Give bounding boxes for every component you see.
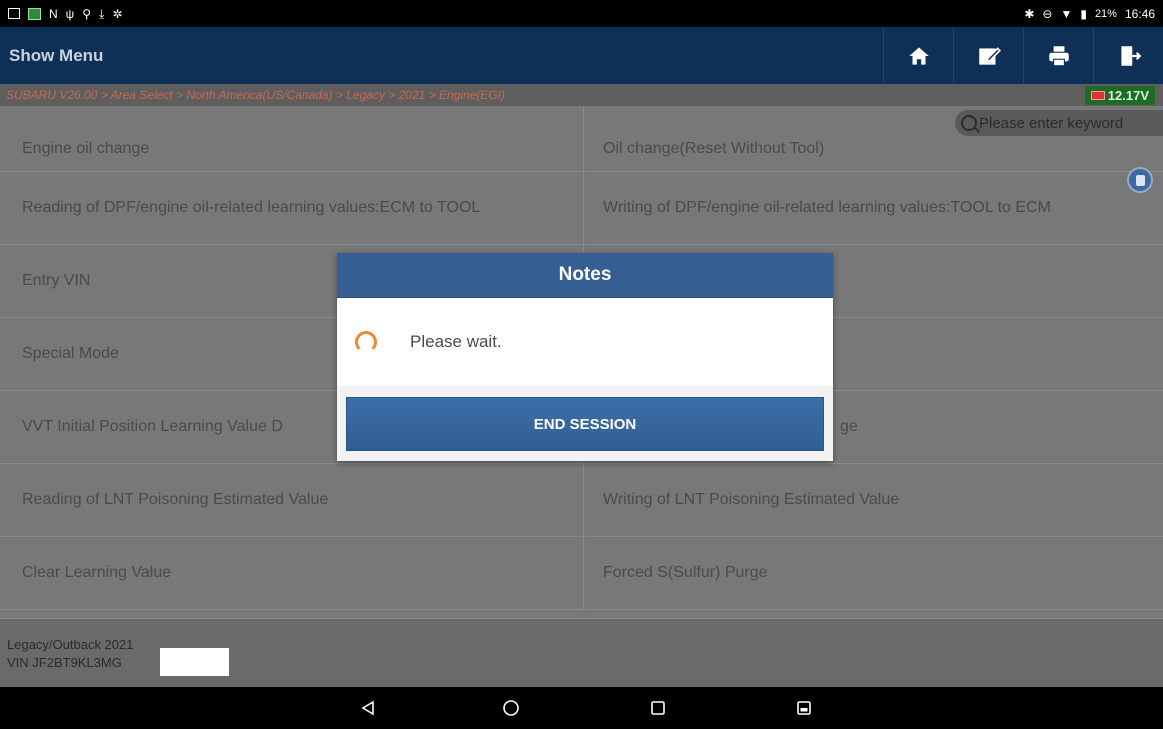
notes-dialog: Notes Please wait. END SESSION [337,253,833,461]
breadcrumb-bar: SUBARU V26.00 > Area Select > North Amer… [0,84,1163,106]
search-input[interactable]: Please enter keyword [955,110,1163,136]
system-nav-bar [0,687,1163,729]
page-title: Show Menu [9,45,104,65]
back-button[interactable] [357,697,379,719]
exit-button[interactable] [1093,27,1163,84]
back-icon [361,700,374,716]
menu-item-reading-lnt-poisoning[interactable]: Reading of LNT Poisoning Estimated Value [0,464,584,537]
edit-button[interactable] [953,27,1023,84]
menu-item-writing-dpf-values[interactable]: Writing of DPF/engine oil-related learni… [585,172,1163,245]
menu-item-writing-lnt-poisoning[interactable]: Writing of LNT Poisoning Estimated Value [585,464,1163,537]
search-icon [961,115,977,131]
end-session-button[interactable]: END SESSION [346,397,824,451]
usb-icon: ψ [65,6,75,21]
dialog-title: Notes [337,253,833,298]
wifi-icon: ▼ [1060,6,1073,21]
bluetooth-icon: ✱ [1024,6,1035,21]
recents-button[interactable] [647,697,669,719]
floating-notes-button[interactable] [1127,167,1153,193]
exit-icon [1120,45,1141,66]
recents-icon [651,701,665,715]
home-icon [908,46,929,65]
battery-percent: 21% [1094,7,1117,20]
menu-item-reading-dpf-values[interactable]: Reading of DPF/engine oil-related learni… [0,172,584,245]
breadcrumb: SUBARU V26.00 > Area Select > North Amer… [6,88,506,102]
dialog-footer: END SESSION [337,386,833,451]
app-header: Show Menu [0,27,1163,84]
download-icon: ⤓ [99,6,105,21]
dnd-icon: ⊖ [1042,6,1053,21]
dialog-message: Please wait. [410,332,502,351]
search-placeholder: Please enter keyword [979,114,1124,132]
screenshot-icon [797,701,811,715]
battery-voltage: 12.17V [1107,87,1149,103]
menu-item-engine-oil-change[interactable]: Engine oil change [0,106,584,172]
note-icon [1135,174,1145,186]
screenshot-button[interactable] [793,697,815,719]
gallery-icon [8,8,20,19]
debug-icon: ⚲ [82,6,92,21]
app-icon [28,7,41,20]
home-circle-icon [503,700,519,716]
status-left-icons: N ψ ⚲ ⤓ ✲ [8,6,123,21]
vin-redaction [160,648,229,676]
status-bar: N ψ ⚲ ⤓ ✲ ✱ ⊖ ▼ ▮ 21% 16:46 [0,0,1163,27]
n-icon: N [49,6,58,21]
loading-spinner-icon [355,331,377,353]
settings-icon: ✲ [112,6,123,21]
battery-status-icon: ▮ [1080,6,1087,21]
status-right: ✱ ⊖ ▼ ▮ 21% 16:46 [1024,7,1155,21]
home-button[interactable] [883,27,953,84]
menu-item-clear-learning-value[interactable]: Clear Learning Value [0,537,584,610]
home-nav-button[interactable] [500,697,522,719]
print-icon [1048,45,1069,66]
menu-item-forced-sulfur-purge[interactable]: Forced S(Sulfur) Purge [585,537,1163,610]
print-button[interactable] [1023,27,1093,84]
clock: 16:46 [1124,6,1155,21]
dialog-body: Please wait. [337,298,833,386]
edit-icon [978,46,1001,65]
car-battery-icon [1090,90,1105,100]
battery-voltage-badge: 12.17V [1084,85,1155,105]
